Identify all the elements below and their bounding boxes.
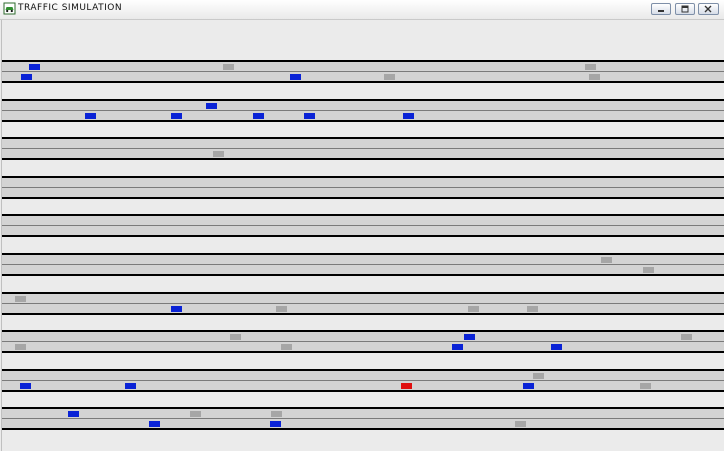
vehicle-blue — [403, 113, 414, 119]
vehicle-gray — [643, 267, 654, 273]
vehicle-gray — [281, 344, 292, 350]
road-edge-bottom — [2, 428, 724, 430]
vehicle-red — [401, 383, 412, 389]
lane-divider — [2, 303, 724, 304]
lane-divider — [2, 110, 724, 111]
vehicle-gray — [271, 411, 282, 417]
road-edge-bottom — [2, 235, 724, 237]
vehicle-gray — [15, 344, 26, 350]
lane-divider — [2, 418, 724, 419]
close-button[interactable] — [698, 3, 719, 15]
road-edge-bottom — [2, 81, 724, 83]
road-edge-top — [2, 407, 724, 409]
vehicle-blue — [171, 113, 182, 119]
simulation-canvas — [1, 20, 724, 451]
vehicle-gray — [533, 373, 544, 379]
close-icon — [704, 5, 712, 13]
vehicle-blue — [68, 411, 79, 417]
road-edge-bottom — [2, 158, 724, 160]
vehicle-blue — [20, 383, 31, 389]
vehicle-blue — [551, 344, 562, 350]
vehicle-blue — [304, 113, 315, 119]
vehicle-blue — [21, 74, 32, 80]
lane-divider — [2, 71, 724, 72]
vehicle-gray — [190, 411, 201, 417]
vehicle-blue — [125, 383, 136, 389]
vehicle-blue — [171, 306, 182, 312]
vehicle-blue — [29, 64, 40, 70]
vehicle-blue — [149, 421, 160, 427]
vehicle-gray — [15, 296, 26, 302]
title-bar[interactable]: TRAFFIC SIMULATION — [0, 0, 724, 20]
window-title: TRAFFIC SIMULATION — [18, 3, 123, 13]
vehicle-gray — [213, 151, 224, 157]
vehicle-blue — [464, 334, 475, 340]
car-app-icon — [3, 2, 16, 15]
lane-divider — [2, 148, 724, 149]
road-edge-top — [2, 176, 724, 178]
road-edge-top — [2, 369, 724, 371]
road-edge-top — [2, 292, 724, 294]
maximize-button[interactable] — [675, 3, 695, 15]
vehicle-gray — [527, 306, 538, 312]
minimize-button[interactable] — [651, 3, 671, 15]
road-edge-bottom — [2, 351, 724, 353]
road-edge-bottom — [2, 390, 724, 392]
lane-divider — [2, 264, 724, 265]
vehicle-gray — [468, 306, 479, 312]
vehicle-gray — [223, 64, 234, 70]
vehicle-blue — [206, 103, 217, 109]
vehicle-blue — [290, 74, 301, 80]
vehicle-gray — [230, 334, 241, 340]
lane-divider — [2, 380, 724, 381]
road-edge-top — [2, 214, 724, 216]
vehicle-blue — [85, 113, 96, 119]
vehicle-blue — [270, 421, 281, 427]
vehicle-blue — [452, 344, 463, 350]
vehicle-gray — [589, 74, 600, 80]
vehicle-gray — [515, 421, 526, 427]
vehicle-gray — [640, 383, 651, 389]
road-edge-top — [2, 60, 724, 62]
vehicle-gray — [384, 74, 395, 80]
road-network — [2, 60, 724, 430]
vehicle-gray — [276, 306, 287, 312]
vehicle-gray — [601, 257, 612, 263]
road-edge-bottom — [2, 313, 724, 315]
road-edge-bottom — [2, 197, 724, 199]
vehicle-gray — [681, 334, 692, 340]
vehicle-gray — [585, 64, 596, 70]
road-edge-bottom — [2, 274, 724, 276]
lane-divider — [2, 341, 724, 342]
lane-divider — [2, 187, 724, 188]
app-window: TRAFFIC SIMULATION — [0, 0, 724, 451]
maximize-icon — [681, 5, 689, 13]
lane-divider — [2, 225, 724, 226]
road-edge-top — [2, 99, 724, 101]
vehicle-blue — [523, 383, 534, 389]
road-edge-top — [2, 137, 724, 139]
road-edge-top — [2, 253, 724, 255]
road-edge-top — [2, 330, 724, 332]
minimize-icon — [658, 10, 664, 12]
vehicle-blue — [253, 113, 264, 119]
road-edge-bottom — [2, 120, 724, 122]
